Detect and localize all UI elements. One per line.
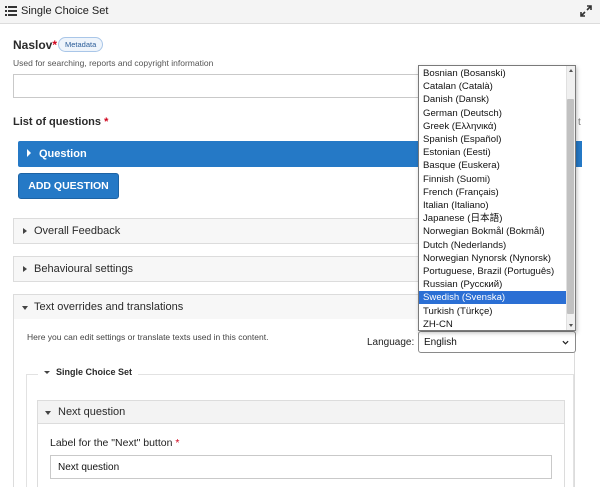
editor-header: Single Choice Set [0, 0, 600, 24]
language-option[interactable]: Greek (Ελληνικά) [419, 120, 566, 133]
language-option[interactable]: Estonian (Eesti) [419, 146, 566, 159]
next-question-section[interactable]: Next question [37, 400, 565, 424]
list-view-toggle-partial[interactable]: t [578, 117, 581, 128]
language-label: Language: [367, 337, 415, 348]
section-label: Text overrides and translations [34, 301, 184, 313]
questions-label-text: List of questions [13, 116, 101, 128]
language-option[interactable]: Bosnian (Bosanski) [419, 67, 566, 80]
title-description: Used for searching, reports and copyrigh… [13, 58, 214, 68]
section-label: Behavioural settings [34, 263, 134, 275]
caret-right-icon [27, 149, 31, 157]
title-label-text: Naslov [13, 38, 53, 52]
caret-right-icon [23, 266, 27, 272]
expand-icon[interactable] [580, 5, 592, 17]
scroll-down-icon[interactable] [569, 324, 573, 327]
language-option[interactable]: Swedish (Svenska) [419, 291, 566, 305]
language-option[interactable]: Norwegian Bokmål (Bokmål) [419, 225, 566, 238]
language-option[interactable]: Japanese (日本語) [419, 212, 566, 225]
next-button-label: Label for the "Next" button * [50, 437, 179, 449]
language-option[interactable]: Portuguese, Brazil (Português) [419, 265, 566, 278]
language-select-value: English [424, 337, 457, 348]
section-label: Overall Feedback [34, 225, 121, 237]
language-option[interactable]: French (Français) [419, 186, 566, 199]
language-option[interactable]: ZH-CN [419, 318, 566, 331]
chevron-down-icon [562, 340, 569, 345]
single-choice-set-group-toggle[interactable]: Single Choice Set [38, 367, 139, 377]
scrollbar-thumb[interactable] [567, 99, 574, 314]
language-option[interactable]: Basque (Euskera) [419, 159, 566, 172]
caret-down-icon [44, 371, 50, 374]
next-button-label-text: Label for the "Next" button [50, 437, 173, 449]
language-option[interactable]: Norwegian Nynorsk (Nynorsk) [419, 252, 566, 265]
scroll-up-icon[interactable] [569, 69, 573, 72]
required-mark: * [175, 437, 180, 449]
next-button-label-value: Next question [58, 462, 120, 473]
next-question-section-label: Next question [58, 406, 126, 418]
questions-label: List of questions * [13, 116, 108, 128]
editor-title: Single Choice Set [21, 5, 109, 17]
title-label: Naslov* [13, 38, 57, 52]
language-select[interactable]: English [418, 331, 576, 353]
caret-down-icon [22, 306, 28, 310]
metadata-button[interactable]: Metadata [58, 37, 104, 52]
language-option[interactable]: Finnish (Suomi) [419, 173, 566, 186]
language-option[interactable]: Turkish (Türkçe) [419, 305, 566, 318]
language-dropdown-list[interactable]: Bosnian (Bosanski) Catalan (Català) Danish… [418, 65, 576, 331]
list-icon [5, 6, 17, 16]
language-option[interactable]: Italian (Italiano) [419, 199, 566, 212]
text-overrides-description: Here you can edit settings or translate … [27, 332, 269, 342]
required-mark: * [104, 116, 109, 128]
language-option[interactable]: German (Deutsch) [419, 107, 566, 120]
language-option[interactable]: Spanish (Español) [419, 133, 566, 146]
next-button-label-input[interactable]: Next question [50, 455, 552, 479]
dropdown-scrollbar[interactable] [566, 66, 575, 330]
language-option[interactable]: Dutch (Nederlands) [419, 239, 566, 252]
add-question-button[interactable]: ADD QUESTION [18, 173, 119, 199]
question-item-label: Question [39, 148, 87, 160]
language-option[interactable]: Catalan (Català) [419, 80, 566, 93]
group-label: Single Choice Set [56, 367, 133, 377]
required-mark: * [52, 38, 58, 52]
caret-right-icon [23, 228, 27, 234]
question-item-tail [576, 141, 582, 167]
caret-down-icon [45, 411, 51, 415]
language-option[interactable]: Russian (Русский) [419, 278, 566, 291]
language-option[interactable]: Danish (Dansk) [419, 93, 566, 106]
